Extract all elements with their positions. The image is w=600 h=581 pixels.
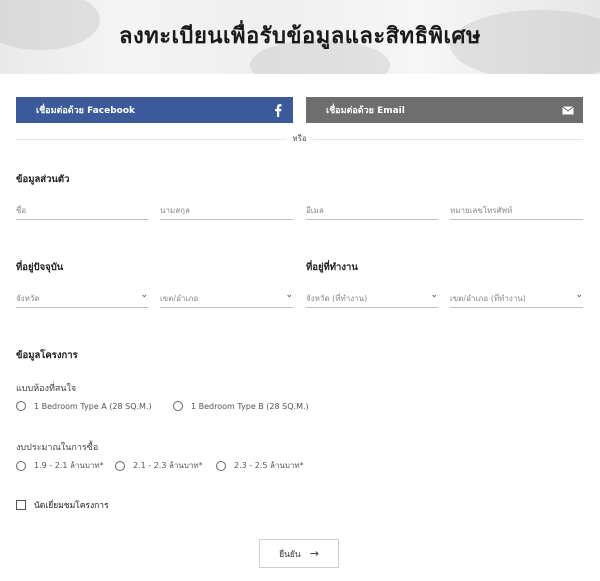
radio-button[interactable]: [173, 401, 183, 411]
chevron-down-icon: ⌄: [430, 290, 438, 300]
last-name-placeholder: นามสกุล: [160, 206, 190, 215]
submit-button[interactable]: ยืนยัน →: [259, 539, 339, 568]
or-text: หรือ: [286, 132, 313, 145]
work-district-placeholder: เขต/อำเภอ (ที่ทำงาน): [450, 294, 526, 303]
radio-button[interactable]: [216, 460, 226, 471]
room-type-label: แบบห้องที่สนใจ: [16, 384, 77, 394]
page-title: ลงทะเบียนเพื่อรับข้อมูลและสิทธิพิเศษ: [118, 24, 482, 49]
project-info-title: ข้อมูลโครงการ: [16, 350, 78, 361]
room-type-option-label: 1 Bedroom Type B (28 SQ.M.): [191, 401, 309, 411]
budget-option[interactable]: 2.3 - 2.5 ล้านบาท*: [216, 459, 304, 472]
home-district-select[interactable]: เขต/อำเภอ ⌄: [160, 290, 293, 308]
appointment-label: นัดเยี่ยมชมโครงการ: [34, 501, 109, 511]
or-divider: หรือ: [16, 132, 583, 145]
room-type-option[interactable]: 1 Bedroom Type A (28 SQ.M.): [16, 401, 152, 411]
room-type-option[interactable]: 1 Bedroom Type B (28 SQ.M.): [173, 401, 309, 411]
home-province-select[interactable]: จังหวัด ⌄: [16, 290, 148, 308]
appointment-checkbox-row[interactable]: นัดเยี่ยมชมโครงการ: [16, 498, 109, 512]
appointment-checkbox[interactable]: [16, 500, 26, 510]
budget-option-label: 2.3 - 2.5 ล้านบาท*: [234, 461, 304, 470]
arrow-right-icon: →: [309, 547, 319, 560]
room-type-option-label: 1 Bedroom Type A (28 SQ.M.): [34, 401, 152, 411]
budget-option-label: 1.9 - 2.1 ล้านบาท*: [34, 461, 104, 470]
chevron-down-icon: ⌄: [575, 290, 583, 300]
home-district-placeholder: เขต/อำเภอ: [160, 294, 199, 303]
radio-button[interactable]: [115, 460, 125, 471]
email-placeholder: อีเมล: [306, 206, 324, 215]
last-name-field[interactable]: นามสกุล: [160, 204, 293, 220]
work-district-select[interactable]: เขต/อำเภอ (ที่ทำงาน) ⌄: [450, 290, 583, 308]
email-connect-label: เชื่อมต่อด้วย Email: [326, 106, 405, 116]
facebook-connect-label: เชื่อมต่อด้วย Facebook: [36, 106, 136, 116]
chevron-down-icon: ⌄: [285, 290, 293, 300]
budget-option[interactable]: 2.1 - 2.3 ล้านบาท*: [115, 459, 203, 472]
work-province-select[interactable]: จังหวัด (ที่ทำงาน) ⌄: [306, 290, 438, 308]
home-province-placeholder: จังหวัด: [16, 294, 40, 303]
facebook-icon: [263, 103, 293, 117]
personal-info-title: ข้อมูลส่วนตัว: [16, 174, 70, 185]
submit-label: ยืนยัน: [279, 549, 301, 560]
work-province-placeholder: จังหวัด (ที่ทำงาน): [306, 294, 368, 303]
envelope-icon: [553, 105, 583, 115]
facebook-connect-button[interactable]: เชื่อมต่อด้วย Facebook: [16, 97, 293, 123]
work-address-title: ที่อยู่ที่ทำงาน: [306, 262, 358, 273]
radio-button[interactable]: [16, 460, 26, 471]
budget-option[interactable]: 1.9 - 2.1 ล้านบาท*: [16, 459, 104, 472]
budget-option-label: 2.1 - 2.3 ล้านบาท*: [133, 461, 203, 470]
first-name-field[interactable]: ชื่อ: [16, 204, 148, 220]
first-name-placeholder: ชื่อ: [16, 206, 27, 215]
budget-label: งบประมาณในการซื้อ: [16, 443, 99, 453]
radio-button[interactable]: [16, 401, 26, 411]
phone-placeholder: หมายเลขโทรศัพท์: [450, 206, 513, 215]
email-field[interactable]: อีเมล: [306, 204, 438, 220]
chevron-down-icon: ⌄: [140, 290, 148, 300]
phone-field[interactable]: หมายเลขโทรศัพท์: [450, 204, 583, 220]
home-address-title: ที่อยู่ปัจจุบัน: [16, 262, 64, 273]
hero-banner: ลงทะเบียนเพื่อรับข้อมูลและสิทธิพิเศษ: [0, 0, 600, 74]
email-connect-button[interactable]: เชื่อมต่อด้วย Email: [306, 97, 583, 123]
